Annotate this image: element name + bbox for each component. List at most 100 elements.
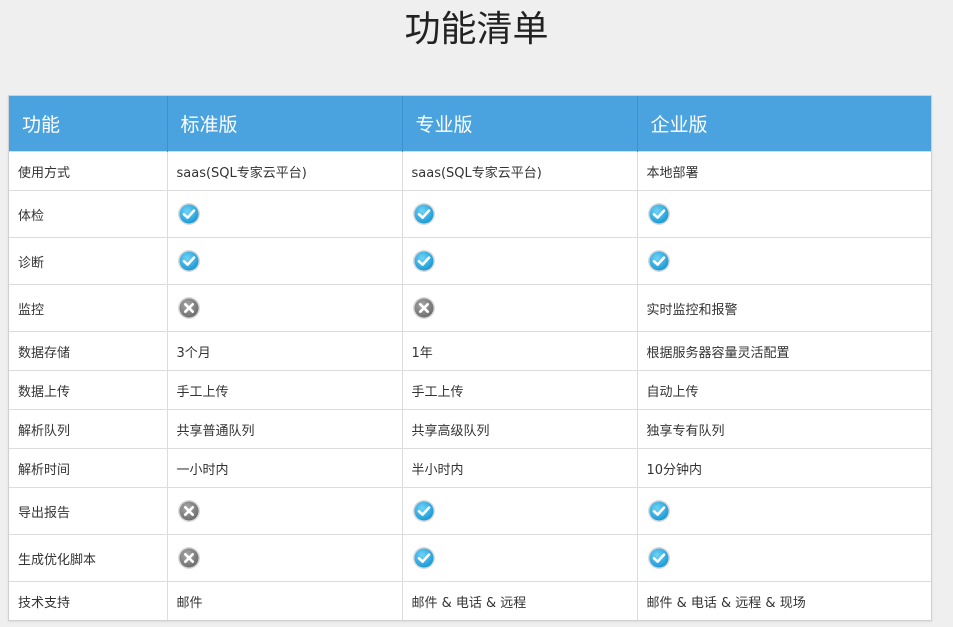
cell-text: 手工上传 xyxy=(176,384,229,400)
cell-standard: saas(SQL专家云平台) xyxy=(167,151,403,191)
cell-standard: 一小时内 xyxy=(167,448,403,488)
header-standard: 标准版 xyxy=(167,96,403,152)
cell-enterprise: 自动上传 xyxy=(637,370,931,410)
table-row: 数据上传 手工上传 手工上传 自动上传 xyxy=(9,370,931,410)
cell-professional xyxy=(402,284,638,332)
cell-feature: 诊断 xyxy=(9,237,168,285)
header-enterprise: 企业版 xyxy=(637,96,931,152)
cell-standard xyxy=(167,284,403,332)
check-icon xyxy=(647,249,671,273)
table-row: 解析时间 一小时内 半小时内 10分钟内 xyxy=(9,448,931,488)
cell-text: 共享高级队列 xyxy=(411,423,490,439)
cell-text: 邮件 & 电话 & 远程 xyxy=(411,595,527,611)
feature-label: 技术支持 xyxy=(18,595,71,611)
cell-text: 一小时内 xyxy=(176,462,229,478)
check-icon xyxy=(412,499,436,523)
table-row: 导出报告 xyxy=(9,487,931,535)
cell-text: 1年 xyxy=(411,345,433,361)
cross-icon xyxy=(177,546,201,570)
cell-text: saas(SQL专家云平台) xyxy=(176,165,307,181)
cell-enterprise: 独享专有队列 xyxy=(637,409,931,449)
cell-text: 共享普通队列 xyxy=(176,423,255,439)
table-body: 使用方式 saas(SQL专家云平台) saas(SQL专家云平台) 本地部署体检诊断… xyxy=(9,151,931,620)
feature-label: 解析时间 xyxy=(18,462,71,478)
feature-table: 功能 标准版 专业版 企业版 使用方式 saas(SQL专家云平台) saas(SQ… xyxy=(9,96,931,620)
check-icon xyxy=(412,546,436,570)
cell-feature: 生成优化脚本 xyxy=(9,534,168,582)
feature-label: 诊断 xyxy=(18,255,45,271)
cell-professional xyxy=(402,534,638,582)
table-row: 使用方式 saas(SQL专家云平台) saas(SQL专家云平台) 本地部署 xyxy=(9,151,931,191)
cell-standard xyxy=(167,190,403,238)
feature-label: 监控 xyxy=(18,302,45,318)
cell-enterprise: 根据服务器容量灵活配置 xyxy=(637,331,931,371)
cell-standard xyxy=(167,237,403,285)
check-icon xyxy=(177,202,201,226)
check-icon xyxy=(177,249,201,273)
cell-feature: 数据上传 xyxy=(9,370,168,410)
check-icon xyxy=(647,546,671,570)
cell-standard: 共享普通队列 xyxy=(167,409,403,449)
cell-feature: 使用方式 xyxy=(9,151,168,191)
cell-feature: 解析时间 xyxy=(9,448,168,488)
check-icon xyxy=(412,249,436,273)
check-icon xyxy=(412,202,436,226)
cell-enterprise xyxy=(637,190,931,238)
cell-standard: 邮件 xyxy=(167,581,403,620)
feature-label: 数据上传 xyxy=(18,384,71,400)
cell-text: 自动上传 xyxy=(646,384,699,400)
table-row: 诊断 xyxy=(9,237,931,285)
cell-enterprise: 邮件 & 电话 & 远程 & 现场 xyxy=(637,581,931,620)
feature-label: 导出报告 xyxy=(18,505,71,521)
cell-professional xyxy=(402,190,638,238)
cell-professional: 半小时内 xyxy=(402,448,638,488)
cell-standard xyxy=(167,534,403,582)
cross-icon xyxy=(177,296,201,320)
cell-standard: 3个月 xyxy=(167,331,403,371)
cell-enterprise xyxy=(637,237,931,285)
cell-professional: 共享高级队列 xyxy=(402,409,638,449)
cell-professional: 邮件 & 电话 & 远程 xyxy=(402,581,638,620)
cell-text: 独享专有队列 xyxy=(646,423,725,439)
header-feature: 功能 xyxy=(9,96,168,152)
page-title: 功能清单 xyxy=(404,9,549,50)
cell-professional: saas(SQL专家云平台) xyxy=(402,151,638,191)
cell-enterprise xyxy=(637,534,931,582)
cell-professional xyxy=(402,237,638,285)
cell-feature: 解析队列 xyxy=(9,409,168,449)
cell-feature: 导出报告 xyxy=(9,487,168,535)
header-professional: 专业版 xyxy=(402,96,638,152)
check-icon xyxy=(647,499,671,523)
cell-feature: 体检 xyxy=(9,190,168,238)
cell-enterprise: 10分钟内 xyxy=(637,448,931,488)
cell-feature: 监控 xyxy=(9,284,168,332)
cell-text: 手工上传 xyxy=(411,384,464,400)
table-row: 生成优化脚本 xyxy=(9,534,931,582)
cell-text: 半小时内 xyxy=(411,462,464,478)
cell-text: 10分钟内 xyxy=(646,462,703,478)
cell-professional: 1年 xyxy=(402,331,638,371)
cell-feature: 技术支持 xyxy=(9,581,168,620)
feature-table-container: 功能 标准版 专业版 企业版 使用方式 saas(SQL专家云平台) saas(SQ… xyxy=(8,95,932,621)
table-row: 体检 xyxy=(9,190,931,238)
cell-professional: 手工上传 xyxy=(402,370,638,410)
cross-icon xyxy=(412,296,436,320)
table-row: 技术支持 邮件 邮件 & 电话 & 远程 邮件 & 电话 & 远程 & 现场 xyxy=(9,581,931,620)
table-row: 监控 实时监控和报警 xyxy=(9,284,931,332)
cell-standard: 手工上传 xyxy=(167,370,403,410)
feature-label: 数据存储 xyxy=(18,345,71,361)
cell-feature: 数据存储 xyxy=(9,331,168,371)
cell-enterprise: 实时监控和报警 xyxy=(637,284,931,332)
cross-icon xyxy=(177,499,201,523)
feature-label: 使用方式 xyxy=(18,165,71,181)
cell-text: 邮件 & 电话 & 远程 & 现场 xyxy=(646,595,806,611)
cell-enterprise xyxy=(637,487,931,535)
cell-text: 根据服务器容量灵活配置 xyxy=(646,345,790,361)
cell-standard xyxy=(167,487,403,535)
cell-text: 本地部署 xyxy=(646,165,699,181)
cell-text: 3个月 xyxy=(176,345,211,361)
feature-label: 解析队列 xyxy=(18,423,71,439)
feature-label: 生成优化脚本 xyxy=(18,552,97,568)
table-header-row: 功能 标准版 专业版 企业版 xyxy=(9,96,931,152)
table-row: 数据存储 3个月 1年 根据服务器容量灵活配置 xyxy=(9,331,931,371)
